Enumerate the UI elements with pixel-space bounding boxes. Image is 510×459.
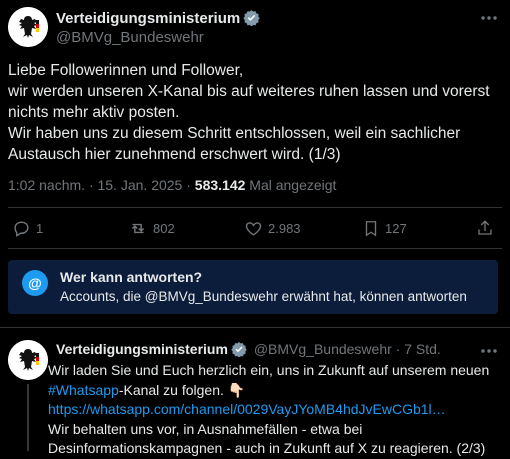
repost-button[interactable]: 802	[128, 219, 175, 238]
next-tweet-text: Wir laden Sie und Euch herzlich ein, uns…	[48, 361, 508, 459]
whatsapp-channel-link[interactable]: https://whatsapp.com/channel/0029VayJYoM…	[48, 400, 508, 420]
reply-restriction-description: Accounts, die @BMVg_Bundeswehr erwähnt h…	[60, 289, 467, 304]
tweet-line: Liebe Followerinnen und Follower,	[8, 62, 244, 79]
share-icon	[478, 220, 492, 235]
tweet-meta: 1:02 nachm. · 15. Jan. 2025 · 583.142 Ma…	[8, 177, 336, 193]
bookmark-icon	[365, 221, 377, 237]
reply-restriction-box: @ Wer kann antworten? Accounts, die @BMV…	[8, 260, 498, 314]
timestamp[interactable]: 1:02 nachm. · 15. Jan. 2025 ·	[8, 177, 195, 193]
tweet-text: Liebe Followerinnen und Follower, wir we…	[8, 60, 508, 165]
tweet-line: Wir behalten uns vor, in Ausnahmefällen …	[48, 420, 363, 437]
at-sign-icon: @	[22, 270, 48, 296]
author-name[interactable]: Verteidigungsministerium	[56, 9, 260, 30]
avatar[interactable]	[8, 340, 48, 380]
divider	[8, 207, 502, 208]
tweet-line: wir werden unseren X-Kanal bis auf weite…	[8, 83, 490, 100]
like-count: 2.983	[268, 221, 301, 236]
author-handle[interactable]: @BMVg_Bundeswehr	[254, 341, 392, 357]
avatar[interactable]	[8, 7, 48, 47]
tweet-line-rest: -Kanal zu folgen. 👇🏻	[118, 381, 246, 398]
share-button[interactable]	[476, 218, 494, 238]
tweet-line: Wir laden Sie und Euch herzlich ein, uns…	[48, 362, 490, 378]
view-label: Mal angezeigt	[245, 177, 337, 193]
more-options-button[interactable]	[478, 10, 500, 26]
federal-eagle-logo-icon	[8, 340, 48, 380]
tweet-line: #Whatsapp-Kanal zu folgen. 👇🏻	[48, 381, 508, 401]
like-button[interactable]: 2.983	[244, 219, 301, 238]
tweet-line: Wir haben uns zu diesem Schritt entschlo…	[8, 125, 461, 142]
reply-restriction-title: Wer kann antworten?	[60, 269, 203, 285]
next-tweet-header: Verteidigungsministerium @BMVg_Bundesweh…	[56, 341, 441, 360]
tweet-line: Austausch hier zunehmend erschwert wird.…	[8, 146, 341, 163]
separator: ·	[391, 341, 405, 357]
verified-badge-icon	[231, 341, 247, 360]
repost-icon	[131, 223, 145, 234]
more-horizontal-icon	[481, 16, 497, 20]
hashtag-link[interactable]: #Whatsapp	[48, 382, 119, 398]
tweet-line: Desinformationskampagnen - auch in Zukun…	[48, 440, 486, 456]
heart-icon	[245, 222, 262, 236]
divider	[8, 248, 502, 249]
divider	[0, 327, 510, 328]
bookmark-count: 127	[385, 221, 407, 236]
author-handle[interactable]: @BMVg_Bundeswehr	[56, 29, 204, 46]
reply-icon	[14, 221, 29, 237]
more-horizontal-icon	[481, 349, 497, 353]
reply-count: 1	[36, 221, 44, 236]
reply-button[interactable]: 1	[12, 219, 43, 238]
more-options-button[interactable]	[478, 344, 500, 358]
relative-time[interactable]: 7 Std.	[404, 341, 441, 357]
bookmark-button[interactable]: 127	[362, 219, 407, 238]
view-count: 583.142	[194, 177, 246, 193]
thread-line	[27, 384, 29, 451]
repost-count: 802	[153, 221, 175, 236]
author-name[interactable]: Verteidigungsministerium	[56, 341, 228, 357]
federal-eagle-logo-icon	[8, 7, 48, 47]
verified-badge-icon	[243, 9, 260, 30]
tweet-line: nichts mehr aktiv posten.	[8, 104, 180, 121]
